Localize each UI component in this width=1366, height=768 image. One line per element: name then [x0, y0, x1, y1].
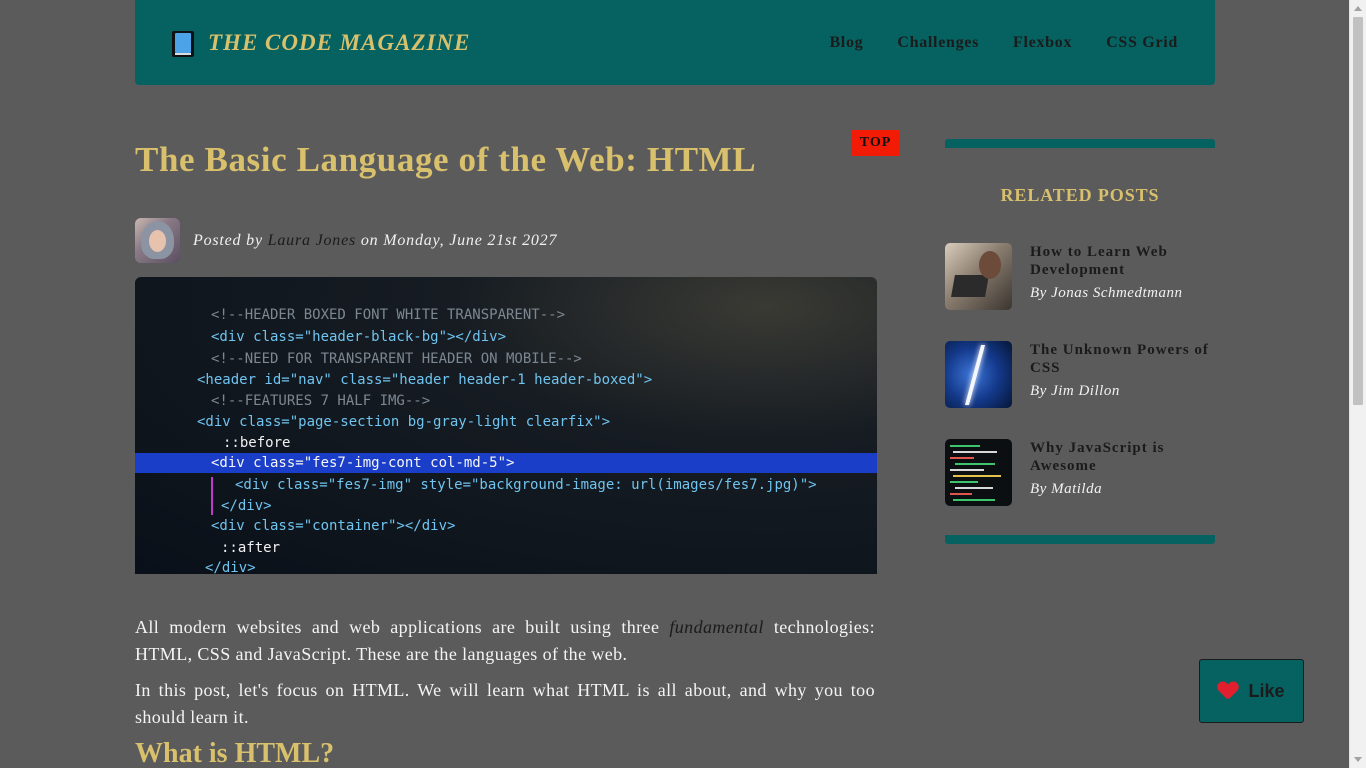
top-badge: TOP	[851, 130, 900, 156]
meta-prefix: Posted by	[193, 231, 263, 249]
book-icon	[172, 30, 194, 57]
author-avatar	[135, 218, 180, 263]
site-header: THE CODE MAGAZINE Blog Challenges Flexbo…	[135, 0, 1215, 85]
focus-paragraph: In this post, let's focus on HTML. We wi…	[135, 680, 875, 727]
related-post-item[interactable]: The Unknown Powers of CSS By Jim Dillon	[945, 341, 1215, 408]
related-post-title[interactable]: Why JavaScript is Awesome	[1030, 439, 1215, 475]
hero-code-image: <!--HEADER BOXED FONT WHITE TRANSPARENT-…	[135, 277, 877, 574]
code-line: <div class="header-black-bg"></div>	[211, 329, 507, 345]
post-title: The Basic Language of the Web: HTML	[135, 140, 757, 179]
code-line: </div>	[221, 498, 272, 514]
logo-text: THE CODE MAGAZINE	[208, 29, 471, 55]
post-meta: Posted by Laura Jones on Monday, June 21…	[135, 218, 557, 263]
code-line: ::before	[223, 435, 291, 451]
code-line: </div>	[205, 560, 256, 574]
sidebar-title: RELATED POSTS	[1000, 185, 1160, 205]
like-label: Like	[1248, 680, 1285, 701]
related-posts-sidebar: RELATED POSTS How to Learn Web Developme…	[945, 139, 1215, 544]
nav-link-blog[interactable]: Blog	[829, 34, 863, 52]
emphasis-fundamental: fundamental	[669, 617, 764, 637]
code-line: <div class="fes7-img" style="background-…	[235, 477, 817, 493]
post-meta-text: Posted by Laura Jones on Monday, June 21…	[193, 232, 557, 250]
scroll-up-arrow-icon[interactable]	[1354, 6, 1362, 11]
code-line: <div class="page-section bg-gray-light c…	[197, 414, 611, 430]
related-post-thumbnail[interactable]	[945, 341, 1012, 408]
code-line: <div class="container"></div>	[211, 518, 456, 534]
related-post-author: By Jonas Schmedtmann	[1030, 285, 1183, 301]
sidebar-bottom-bar	[945, 535, 1215, 544]
heart-icon	[1218, 682, 1238, 700]
related-post-author: By Jim Dillon	[1030, 383, 1120, 399]
related-post-author: By Matilda	[1030, 481, 1103, 497]
like-button[interactable]: Like	[1199, 659, 1304, 723]
site-logo[interactable]: THE CODE MAGAZINE	[172, 29, 470, 57]
nav-link-challenges[interactable]: Challenges	[897, 34, 979, 52]
nav-link-css-grid[interactable]: CSS Grid	[1106, 34, 1178, 52]
related-post-thumbnail[interactable]	[945, 243, 1012, 310]
section-heading-what-is-html: What is HTML?	[135, 738, 335, 768]
code-line-selected: <div class="fes7-img-cont col-md-5">	[211, 455, 515, 471]
intro-paragraph: All modern websites and web applications…	[135, 617, 875, 664]
related-post-item[interactable]: How to Learn Web Development By Jonas Sc…	[945, 243, 1215, 310]
sidebar-top-bar	[945, 139, 1215, 148]
related-post-title[interactable]: The Unknown Powers of CSS	[1030, 341, 1215, 377]
post-date: on Monday, June 21st 2027	[360, 231, 558, 249]
related-post-title[interactable]: How to Learn Web Development	[1030, 243, 1215, 279]
related-post-thumbnail[interactable]	[945, 439, 1012, 506]
scrollbar-thumb[interactable]	[1353, 17, 1363, 405]
code-line: <header id="nav" class="header header-1 …	[197, 372, 653, 388]
author-name: Laura Jones	[267, 231, 357, 249]
code-line: ::after	[221, 540, 281, 556]
code-line: <!--NEED FOR TRANSPARENT HEADER ON MOBIL…	[211, 351, 582, 367]
main-nav: Blog Challenges Flexbox CSS Grid	[829, 34, 1178, 52]
related-post-item[interactable]: Why JavaScript is Awesome By Matilda	[945, 439, 1215, 506]
page-scrollbar[interactable]	[1349, 0, 1366, 768]
nav-link-flexbox[interactable]: Flexbox	[1013, 34, 1072, 52]
code-line: <!--HEADER BOXED FONT WHITE TRANSPARENT-…	[211, 307, 566, 323]
scroll-down-arrow-icon[interactable]	[1354, 757, 1362, 762]
code-line: <!--FEATURES 7 HALF IMG-->	[211, 393, 431, 409]
